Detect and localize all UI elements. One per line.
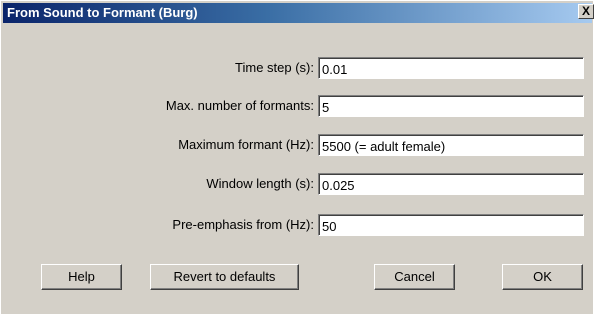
window-title: From Sound to Formant (Burg) xyxy=(7,5,198,20)
max-formants-label: Max. number of formants: xyxy=(165,98,314,113)
window-length-input[interactable] xyxy=(318,173,584,195)
dialog-window: From Sound to Formant (Burg) X Time step… xyxy=(0,0,594,314)
pre-emphasis-label: Pre-emphasis from (Hz): xyxy=(172,217,314,232)
maximum-formant-input[interactable] xyxy=(318,134,584,156)
title-bar[interactable]: From Sound to Formant (Burg) X xyxy=(3,3,594,23)
field-row-maximum-formant: Maximum formant (Hz): xyxy=(1,134,594,156)
maximum-formant-label: Maximum formant (Hz): xyxy=(178,137,314,152)
cancel-button[interactable]: Cancel xyxy=(374,264,455,290)
help-button[interactable]: Help xyxy=(41,264,122,290)
field-row-pre-emphasis: Pre-emphasis from (Hz): xyxy=(1,214,594,236)
field-row-window-length: Window length (s): xyxy=(1,173,594,195)
time-step-label: Time step (s): xyxy=(235,60,314,75)
time-step-input[interactable] xyxy=(318,57,584,79)
window-length-label: Window length (s): xyxy=(206,176,314,191)
pre-emphasis-input[interactable] xyxy=(318,214,584,236)
max-formants-input[interactable] xyxy=(318,95,584,117)
close-icon[interactable]: X xyxy=(578,4,594,19)
revert-to-defaults-button[interactable]: Revert to defaults xyxy=(150,264,299,290)
field-row-max-formants: Max. number of formants: xyxy=(1,95,594,117)
ok-button[interactable]: OK xyxy=(502,264,583,290)
field-row-time-step: Time step (s): xyxy=(1,57,594,79)
